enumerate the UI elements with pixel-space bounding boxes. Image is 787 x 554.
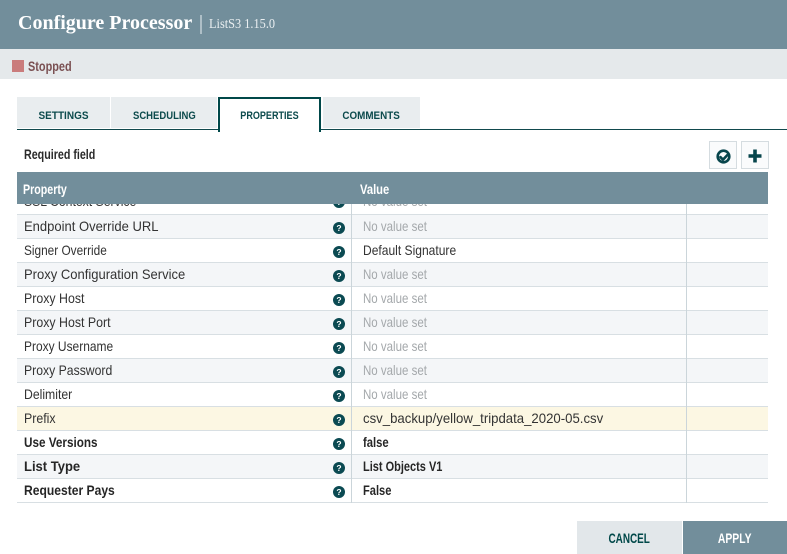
svg-text:?: ?: [336, 295, 341, 305]
svg-text:?: ?: [336, 271, 341, 281]
svg-text:?: ?: [336, 247, 341, 257]
svg-text:?: ?: [336, 319, 341, 329]
svg-text:?: ?: [336, 415, 341, 425]
svg-text:?: ?: [336, 343, 341, 353]
svg-text:?: ?: [336, 463, 341, 473]
svg-text:?: ?: [336, 367, 341, 377]
svg-text:?: ?: [336, 204, 341, 207]
svg-text:?: ?: [336, 439, 341, 449]
svg-text:?: ?: [336, 223, 341, 233]
svg-text:?: ?: [336, 391, 341, 401]
svg-text:?: ?: [336, 487, 341, 497]
